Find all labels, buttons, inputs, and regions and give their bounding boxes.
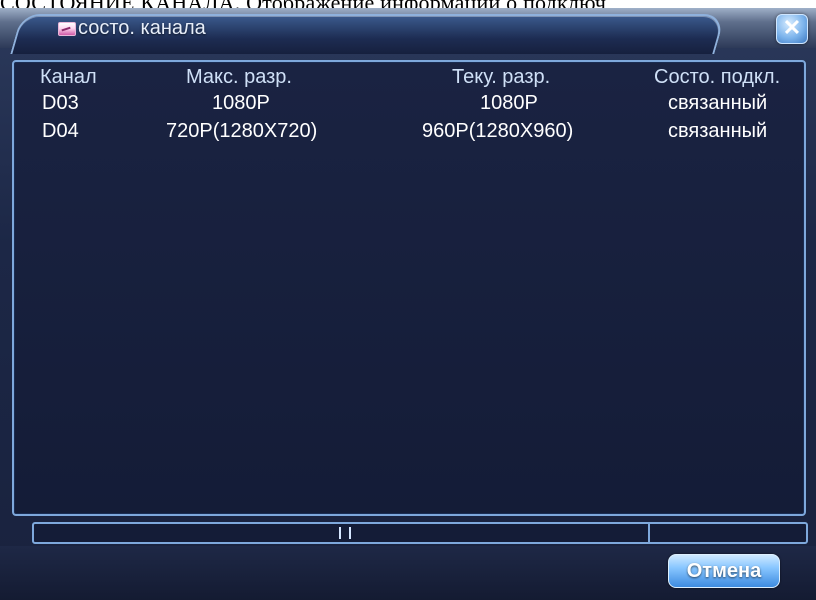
header-connection-status: Состо. подкл. — [654, 66, 781, 88]
cell-max-resolution: 1080P — [212, 92, 270, 114]
title-bar: состо. канала ✕ — [0, 8, 816, 54]
header-channel: Канал — [40, 66, 97, 88]
cancel-button[interactable]: Отмена — [668, 554, 780, 588]
horizontal-scrollbar[interactable] — [32, 522, 808, 544]
cell-current-resolution: 1080P — [480, 92, 538, 114]
cell-connection-status: связанный — [668, 92, 768, 114]
channel-status-window: состо. канала ✕ Канал Макс. разр. Теку. … — [0, 8, 816, 600]
scrollbar-divider — [648, 524, 650, 542]
channel-table: Канал Макс. разр. Теку. разр. Состо. под… — [12, 60, 806, 516]
table-row[interactable]: D04 720P(1280X720) 960P(1280X960) связан… — [14, 120, 804, 146]
cell-max-resolution: 720P(1280X720) — [166, 120, 318, 142]
cell-connection-status: связанный — [668, 120, 768, 142]
mail-icon — [58, 22, 76, 36]
scrollbar-thumb[interactable] — [339, 527, 351, 539]
header-max-resolution: Макс. разр. — [186, 66, 292, 88]
window-title: состо. канала — [78, 17, 206, 39]
close-icon[interactable]: ✕ — [776, 14, 808, 44]
table-header: Канал Макс. разр. Теку. разр. Состо. под… — [14, 66, 804, 92]
cell-channel: D04 — [42, 120, 79, 142]
table-row[interactable]: D03 1080P 1080P связанный — [14, 92, 804, 118]
cell-channel: D03 — [42, 92, 79, 114]
header-current-resolution: Теку. разр. — [452, 66, 551, 88]
cell-current-resolution: 960P(1280X960) — [422, 120, 574, 142]
